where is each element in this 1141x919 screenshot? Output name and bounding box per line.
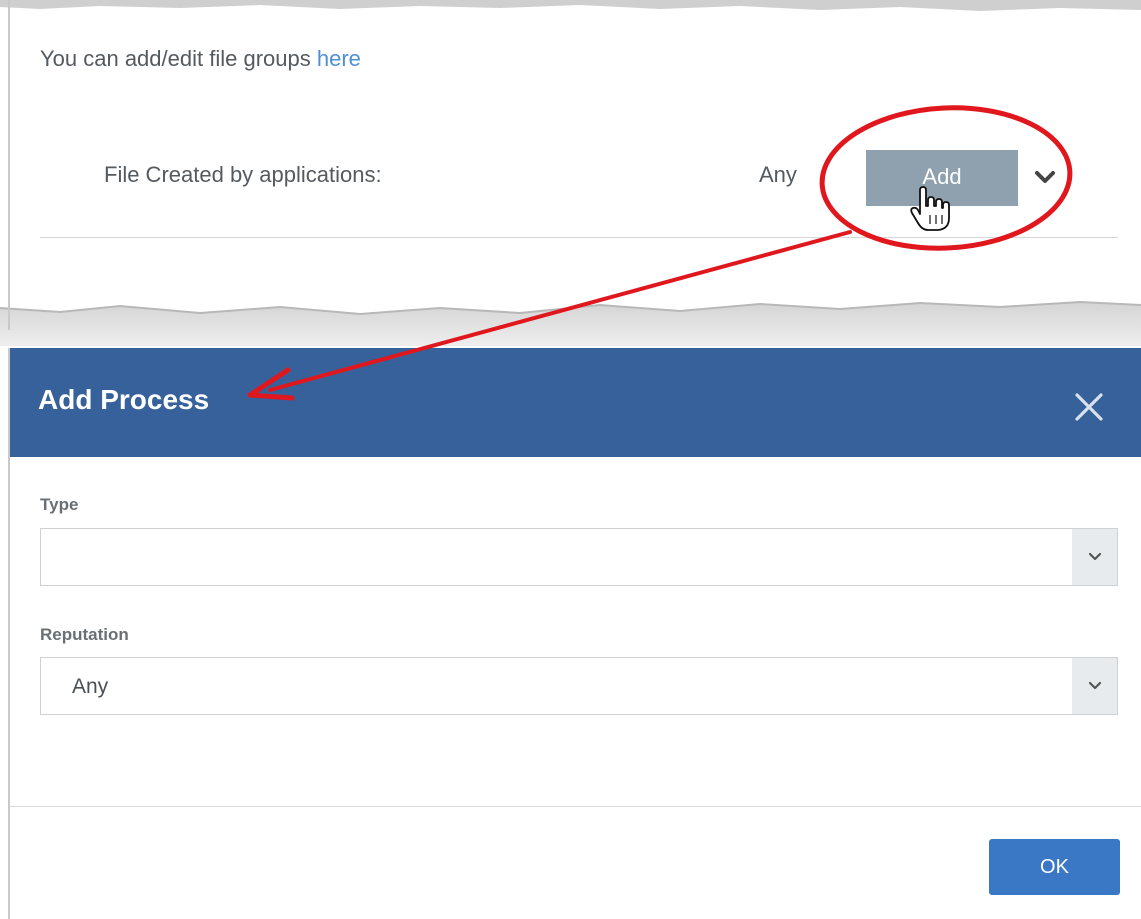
file-groups-hint: You can add/edit file groups here: [40, 46, 361, 72]
type-label: Type: [40, 495, 79, 514]
footer-divider: [10, 806, 1141, 807]
select-arrow-icon[interactable]: [1072, 529, 1117, 585]
file-created-by-value: Any: [759, 162, 797, 187]
add-process-dialog: Add Process Type Reputation Any OK: [10, 348, 1141, 919]
ok-button[interactable]: OK: [989, 839, 1120, 895]
file-groups-panel: You can add/edit file groups here File C…: [0, 0, 1141, 346]
chevron-down-icon[interactable]: [1034, 168, 1056, 186]
torn-edge-top: [0, 0, 1141, 11]
panel-border: [8, 0, 10, 330]
here-link[interactable]: here: [317, 46, 361, 71]
hand-cursor-icon: [910, 186, 950, 231]
close-icon[interactable]: [1073, 391, 1105, 423]
hint-text: You can add/edit file groups: [40, 46, 317, 71]
row-divider: [40, 237, 1118, 238]
reputation-select-value: Any: [72, 675, 109, 698]
select-arrow-icon[interactable]: [1072, 658, 1117, 714]
reputation-select[interactable]: Any: [40, 657, 1118, 715]
reputation-label: Reputation: [40, 625, 129, 644]
file-created-by-label: File Created by applications:: [104, 162, 382, 187]
torn-edge-bottom: [0, 300, 1141, 346]
dialog-title: Add Process: [38, 384, 210, 415]
dialog-header: Add Process: [10, 348, 1141, 457]
type-select[interactable]: [40, 528, 1118, 586]
